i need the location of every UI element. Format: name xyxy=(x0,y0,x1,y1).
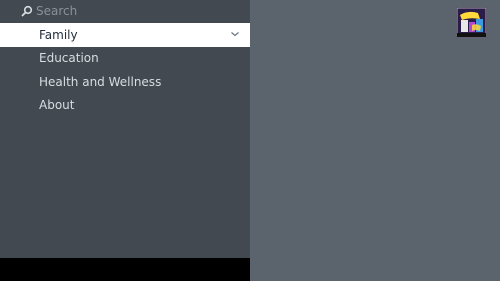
sidebar: Search Family Education Health and Welln… xyxy=(0,0,250,281)
sidebar-item-label: Health and Wellness xyxy=(39,74,162,89)
sidebar-item-education[interactable]: Education xyxy=(0,47,250,71)
sidebar-item-label: Family xyxy=(39,27,78,42)
app-thumbnail-art xyxy=(456,7,487,38)
app-screen: Search Family Education Health and Welln… xyxy=(0,0,500,281)
sidebar-item-about[interactable]: About xyxy=(0,94,250,118)
sidebar-item-health-and-wellness[interactable]: Health and Wellness xyxy=(0,70,250,94)
search-bar[interactable]: Search xyxy=(0,0,250,22)
search-label: Search xyxy=(36,4,78,18)
sidebar-item-label: Education xyxy=(39,51,99,66)
search-icon xyxy=(21,5,33,17)
sidebar-footer-bar xyxy=(0,258,250,281)
sidebar-menu: Family Education Health and Wellness Abo… xyxy=(0,23,250,117)
chevron-down-icon xyxy=(231,32,239,37)
sidebar-item-family[interactable]: Family xyxy=(0,23,250,47)
app-thumbnail-icon[interactable] xyxy=(456,7,487,38)
sidebar-item-label: About xyxy=(39,98,75,113)
